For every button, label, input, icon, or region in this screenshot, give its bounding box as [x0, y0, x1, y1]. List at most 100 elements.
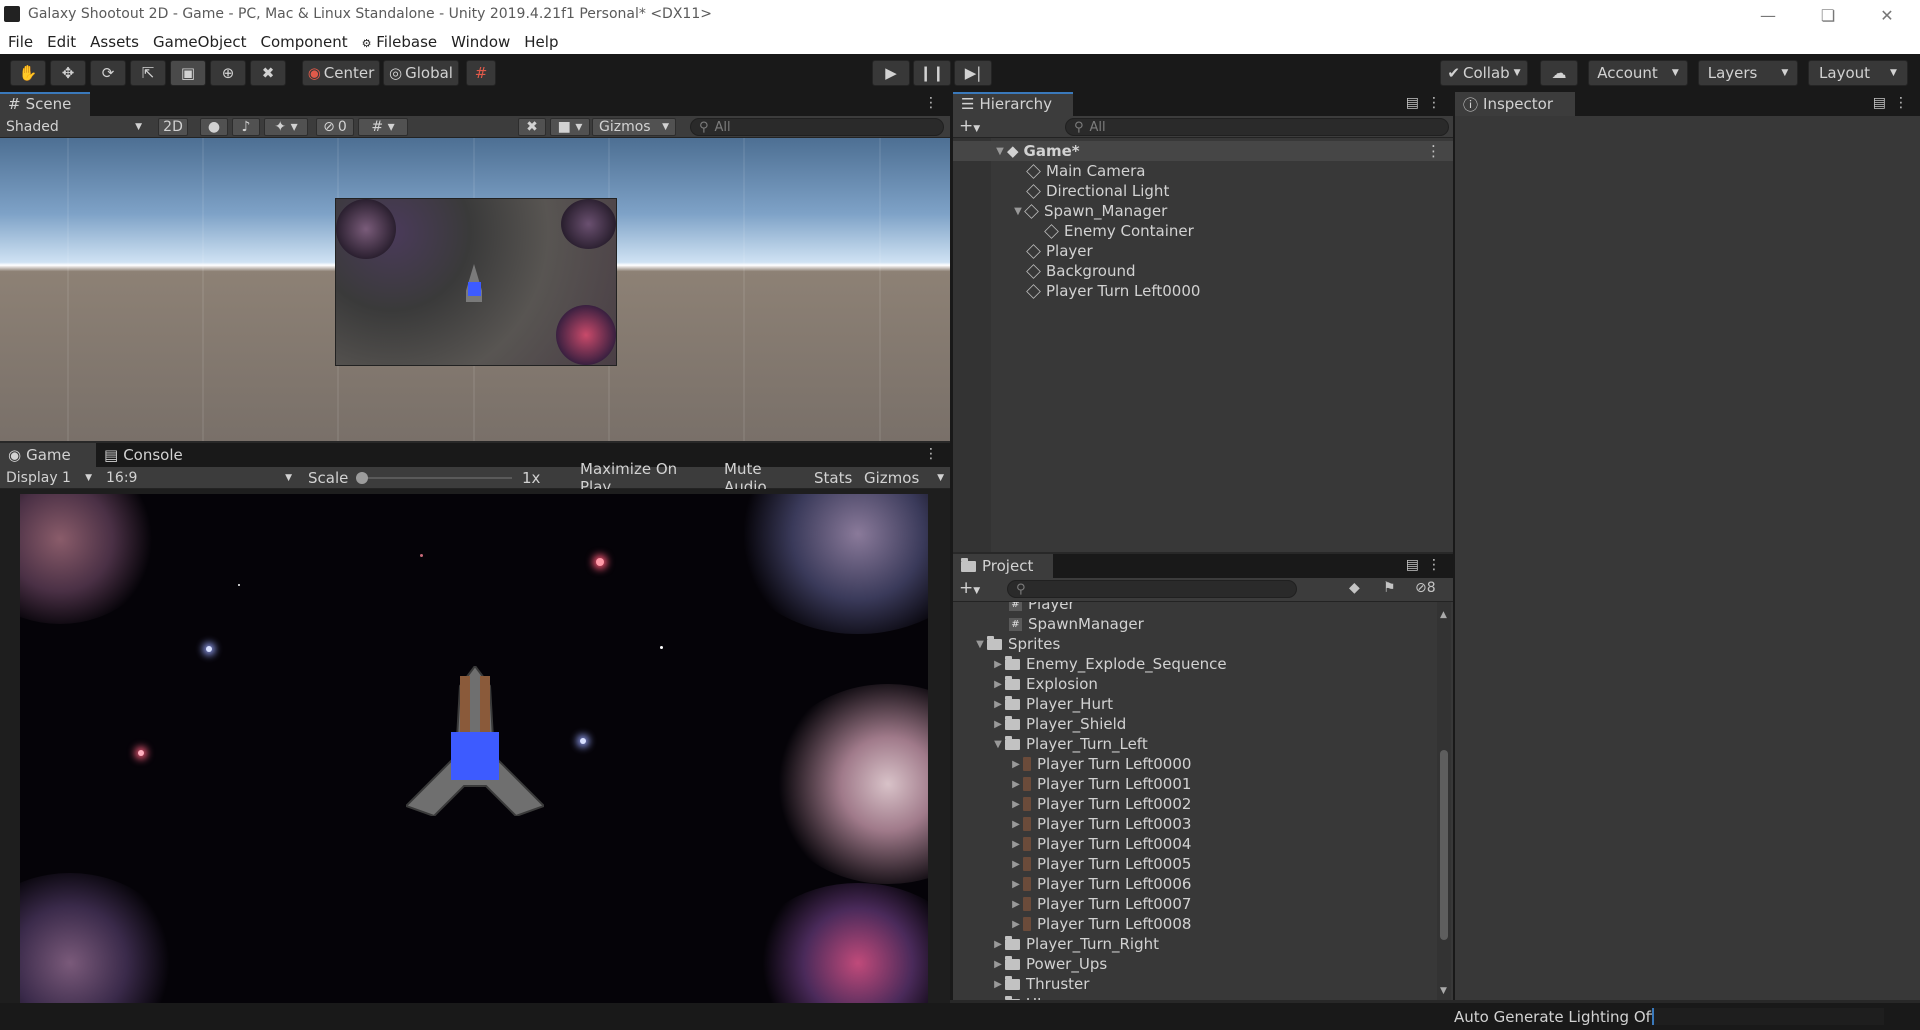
- project-sprite-item[interactable]: ▶ Player Turn Left0000: [953, 754, 1191, 774]
- expand-icon[interactable]: ▼: [973, 639, 987, 650]
- expand-icon[interactable]: ▼: [993, 146, 1007, 157]
- menu-assets[interactable]: Assets: [90, 33, 139, 51]
- project-folder[interactable]: ▶ Explosion: [953, 674, 1098, 694]
- minimize-icon[interactable]: —: [1745, 0, 1791, 30]
- project-folder[interactable]: ▼ Sprites: [953, 634, 1060, 654]
- player-ship[interactable]: [404, 664, 546, 818]
- hierarchy-item[interactable]: Player: [953, 241, 1093, 261]
- collapse-icon[interactable]: ▶: [991, 659, 1005, 670]
- rotate-tool-icon[interactable]: ⟳: [90, 60, 126, 86]
- panel-splitter[interactable]: [1453, 92, 1455, 1000]
- tab-scene[interactable]: # Scene: [0, 92, 90, 116]
- scene-gizmos-dropdown[interactable]: Gizmos ▼: [592, 118, 676, 136]
- maximize-on-play-toggle[interactable]: Maximize On Play: [574, 460, 714, 496]
- project-sprite-item[interactable]: ▶ Player Turn Left0006: [953, 874, 1191, 894]
- scroll-down-icon[interactable]: ▼: [1440, 986, 1447, 996]
- kebab-menu-icon[interactable]: ⋮: [1427, 557, 1441, 573]
- collapse-icon[interactable]: ▶: [1009, 879, 1023, 890]
- hierarchy-search-input[interactable]: ⚲ All: [1065, 118, 1449, 136]
- menu-filebase[interactable]: ⚙ Filebase: [362, 33, 438, 51]
- project-folder[interactable]: ▼ Player_Turn_Left: [953, 734, 1148, 754]
- collapse-icon[interactable]: ▶: [991, 979, 1005, 990]
- add-object-button[interactable]: +▼: [959, 116, 980, 136]
- collapse-icon[interactable]: ▶: [1009, 919, 1023, 930]
- grid-snap-icon[interactable]: #: [466, 60, 496, 86]
- mute-audio-toggle[interactable]: Mute Audio: [718, 460, 804, 496]
- panel-splitter[interactable]: [950, 92, 953, 1000]
- filter-type-icon[interactable]: ◆: [1349, 580, 1360, 596]
- aspect-dropdown[interactable]: 16:9 ▼: [100, 469, 298, 487]
- kebab-menu-icon[interactable]: ⋮: [1894, 95, 1908, 111]
- project-folder[interactable]: ▶ Player_Turn_Right: [953, 934, 1159, 954]
- hierarchy-item[interactable]: Main Camera: [953, 161, 1145, 181]
- hand-tool-icon[interactable]: ✋: [10, 60, 46, 86]
- collapse-icon[interactable]: ▶: [1009, 779, 1023, 790]
- scale-slider-thumb[interactable]: [356, 472, 368, 484]
- project-sprite-item[interactable]: ▶ Player Turn Left0002: [953, 794, 1191, 814]
- tab-console[interactable]: ▤ Console: [96, 443, 192, 467]
- lighting-toggle-icon[interactable]: ●: [200, 118, 228, 136]
- close-icon[interactable]: ✕: [1864, 0, 1910, 30]
- rect-tool-icon[interactable]: ▣: [170, 60, 206, 86]
- account-dropdown[interactable]: Account ▼: [1588, 60, 1688, 86]
- collapse-icon[interactable]: ▶: [991, 679, 1005, 690]
- hidden-objects-toggle[interactable]: ⊘ 0: [316, 118, 354, 136]
- hierarchy-item[interactable]: Directional Light: [953, 181, 1169, 201]
- menu-file[interactable]: File: [8, 33, 33, 51]
- kebab-menu-icon[interactable]: ⋮: [1426, 142, 1441, 160]
- game-gizmos-dropdown[interactable]: Gizmos ▼: [858, 469, 950, 487]
- tab-hierarchy[interactable]: ☰ Hierarchy: [953, 92, 1073, 116]
- project-folder[interactable]: ▶ Thruster: [953, 974, 1089, 994]
- collapse-icon[interactable]: ▶: [991, 699, 1005, 710]
- tab-inspector[interactable]: ⓘ Inspector: [1455, 92, 1575, 116]
- audio-toggle-icon[interactable]: ♪: [232, 118, 260, 136]
- hierarchy-item[interactable]: Background: [953, 261, 1136, 281]
- collapse-icon[interactable]: ▶: [1009, 859, 1023, 870]
- layout-dropdown[interactable]: Layout ▼: [1808, 60, 1908, 86]
- project-sprite-item[interactable]: ▶ Player Turn Left0004: [953, 834, 1191, 854]
- scale-tool-icon[interactable]: ⇱: [130, 60, 166, 86]
- menu-gameobject[interactable]: GameObject: [153, 33, 247, 51]
- tab-game[interactable]: ◉ Game: [0, 443, 96, 467]
- kebab-menu-icon[interactable]: ⋮: [924, 95, 938, 111]
- hierarchy-item[interactable]: Player Turn Left0000: [953, 281, 1200, 301]
- project-search-input[interactable]: ⚲: [1007, 580, 1297, 598]
- menu-help[interactable]: Help: [524, 33, 558, 51]
- collapse-icon[interactable]: ▶: [991, 959, 1005, 970]
- pause-button[interactable]: ❙❙: [913, 60, 951, 86]
- game-render[interactable]: [20, 494, 928, 1003]
- custom-tool-icon[interactable]: ✖: [250, 60, 286, 86]
- scene-background-sprite[interactable]: [335, 198, 617, 366]
- cloud-button[interactable]: ☁: [1540, 60, 1578, 86]
- kebab-menu-icon[interactable]: ⋮: [924, 446, 938, 462]
- tab-project[interactable]: Project: [953, 554, 1053, 578]
- scene-view[interactable]: [0, 138, 950, 441]
- move-tool-icon[interactable]: ✥: [50, 60, 86, 86]
- project-item[interactable]: # SpawnManager: [953, 614, 1144, 634]
- project-folder[interactable]: ▶ Player_Shield: [953, 714, 1126, 734]
- layers-dropdown[interactable]: Layers ▼: [1698, 60, 1798, 86]
- project-sprite-item[interactable]: ▶ Player Turn Left0008: [953, 914, 1191, 934]
- collapse-icon[interactable]: ▶: [1009, 839, 1023, 850]
- collapse-icon[interactable]: ▶: [1009, 759, 1023, 770]
- shading-dropdown[interactable]: Shaded ▼: [0, 118, 148, 136]
- space-global-button[interactable]: ◎ Global: [383, 60, 459, 86]
- collapse-icon[interactable]: ▶: [991, 999, 1005, 1001]
- scene-search-input[interactable]: ⚲ All: [690, 118, 944, 136]
- expand-icon[interactable]: ▼: [991, 739, 1005, 750]
- play-button[interactable]: ▶: [872, 60, 910, 86]
- project-folder[interactable]: ▶ Power_Ups: [953, 954, 1107, 974]
- collapse-icon[interactable]: ▶: [991, 719, 1005, 730]
- hierarchy-item[interactable]: ▼ Spawn_Manager: [953, 201, 1167, 221]
- stats-toggle[interactable]: Stats: [808, 469, 854, 487]
- collab-button[interactable]: ✔ Collab ▼: [1440, 60, 1528, 86]
- collapse-icon[interactable]: ▶: [1009, 819, 1023, 830]
- restore-icon[interactable]: ❏: [1805, 0, 1851, 30]
- display-dropdown[interactable]: Display 1 ▼: [0, 469, 98, 487]
- lock-icon[interactable]: ▤: [1406, 95, 1419, 111]
- transform-tool-icon[interactable]: ⊕: [210, 60, 246, 86]
- effects-toggle-icon[interactable]: ✦ ▾: [264, 118, 308, 136]
- grid-toggle-icon[interactable]: # ▾: [358, 118, 408, 136]
- kebab-menu-icon[interactable]: ⋮: [1427, 95, 1441, 111]
- collapse-icon[interactable]: ▶: [991, 939, 1005, 950]
